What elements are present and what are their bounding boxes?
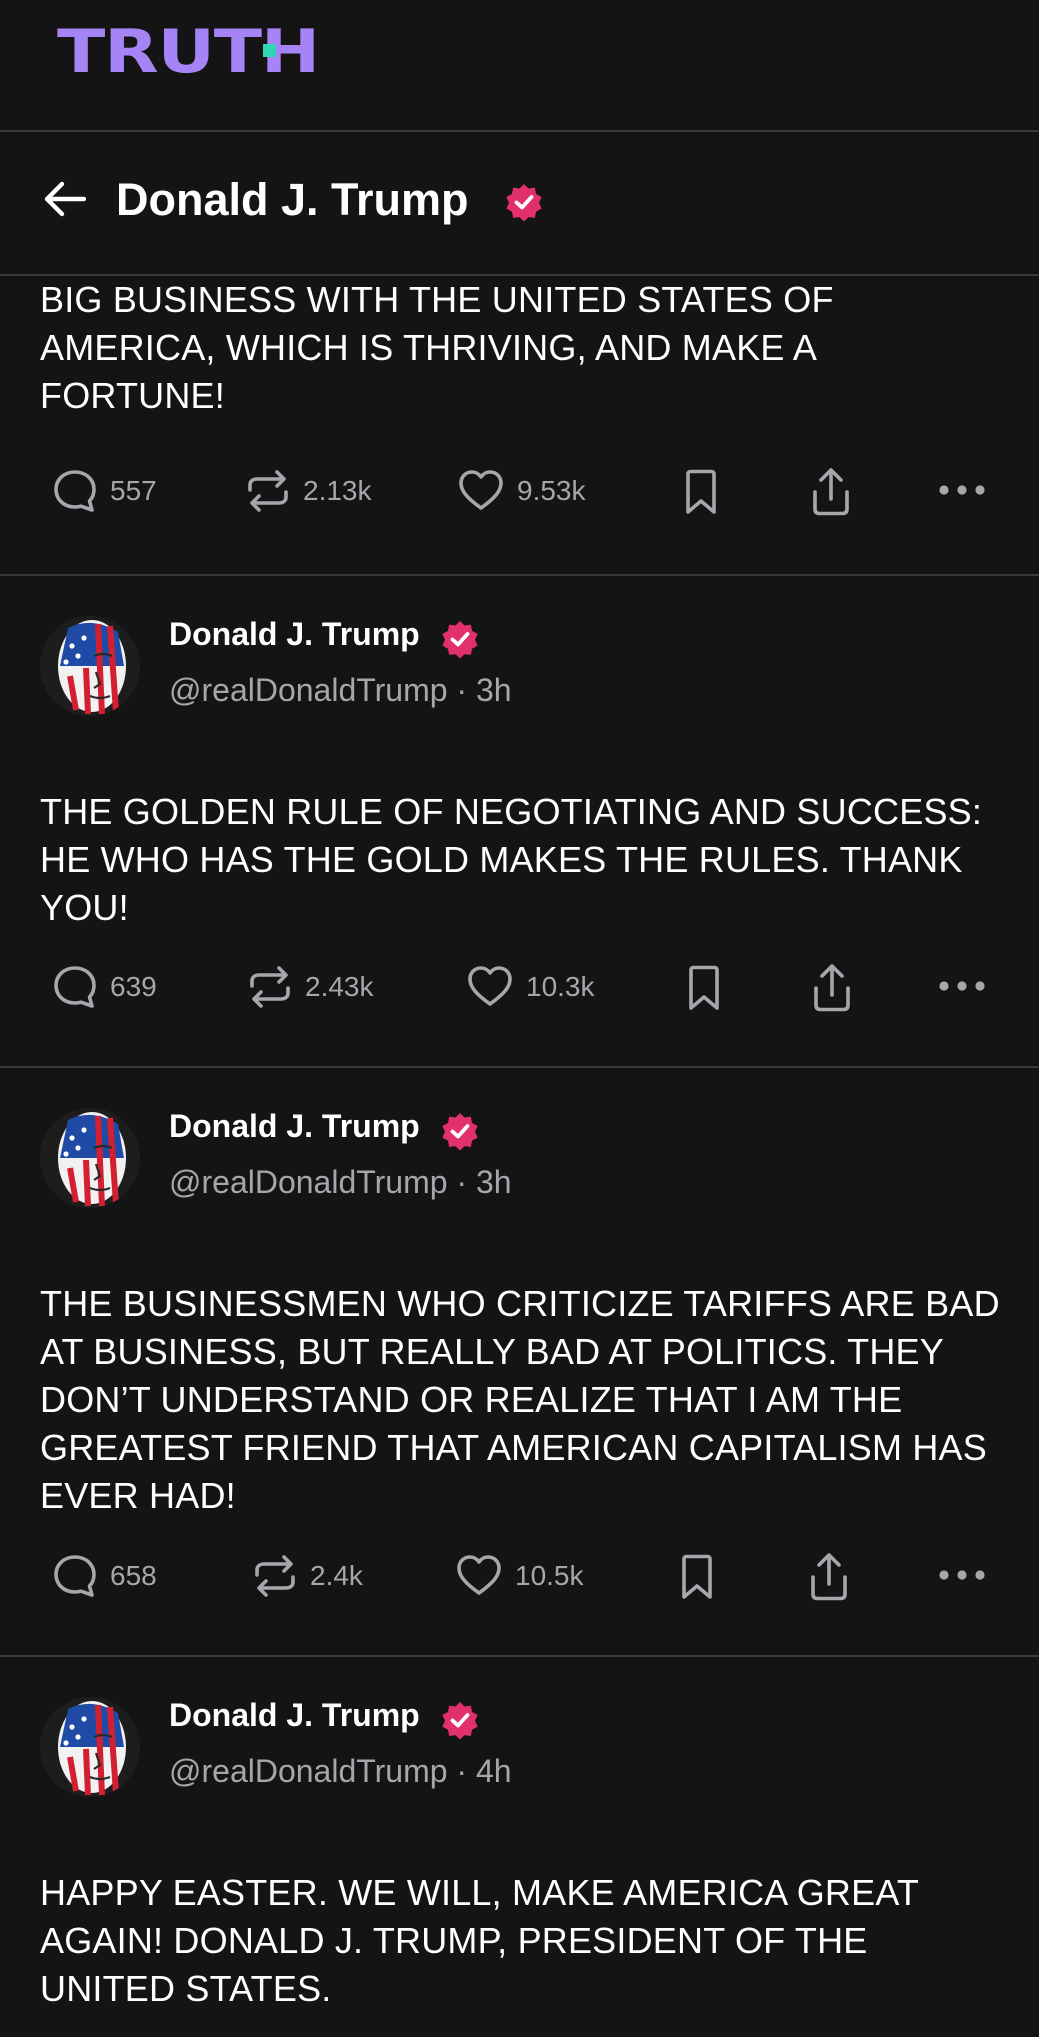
author-name[interactable]: Donald J. Trump — [169, 614, 420, 654]
post-actions: 639 2.43k 10.3k — [0, 934, 1039, 1050]
post-card[interactable]: BIG BUSINESS WITH THE UNITED STATES OF A… — [0, 276, 1039, 576]
post-time[interactable]: 3h — [476, 1164, 512, 1200]
retruth-icon — [250, 966, 290, 1008]
share-icon — [813, 468, 849, 516]
like-count: 10.3k — [526, 971, 595, 1002]
reply-count: 658 — [110, 1560, 157, 1591]
post-card[interactable]: Donald J. Trump @realDonaldTrump · 4h HA… — [0, 1657, 1039, 2037]
verified-badge-icon — [506, 184, 542, 221]
more-options-button[interactable] — [938, 979, 986, 993]
post-author: Donald J. Trump @realDonaldTrump · 4h — [0, 1657, 1039, 1797]
post-actions: 557 2.13k 9.53k — [0, 438, 1039, 554]
retruth-count: 2.43k — [305, 971, 374, 1002]
truth-logo[interactable]: TRUTH — [57, 22, 320, 82]
like-button[interactable]: 10.3k — [466, 964, 595, 1010]
reply-icon — [54, 966, 96, 1008]
author-name[interactable]: Donald J. Trump — [169, 1106, 420, 1146]
author-handle[interactable]: @realDonaldTrump — [169, 672, 448, 708]
profile-header: Donald J. Trump — [0, 132, 1039, 276]
bookmark-button[interactable] — [681, 468, 721, 516]
like-button[interactable]: 9.53k — [457, 468, 586, 514]
bookmark-button[interactable] — [684, 964, 724, 1012]
bookmark-icon — [686, 469, 716, 514]
like-icon — [457, 1555, 501, 1595]
avatar[interactable] — [40, 1697, 140, 1797]
reply-icon — [54, 470, 96, 512]
retruth-icon — [248, 470, 288, 512]
post-actions: 658 2.4k 10.5k — [0, 1523, 1039, 1639]
author-name[interactable]: Donald J. Trump — [169, 1695, 420, 1735]
verified-badge-icon — [442, 621, 478, 658]
arrow-left-icon — [44, 181, 86, 217]
post-feed: BIG BUSINESS WITH THE UNITED STATES OF A… — [0, 276, 1039, 2037]
reply-count: 557 — [110, 475, 157, 506]
post-card[interactable]: Donald J. Trump @realDonaldTrump · 3h TH… — [0, 576, 1039, 1068]
post-card[interactable]: Donald J. Trump @realDonaldTrump · 3h TH… — [0, 1068, 1039, 1657]
verified-badge-icon — [442, 1113, 478, 1150]
post-text: BIG BUSINESS WITH THE UNITED STATES OF A… — [40, 279, 834, 416]
reply-count: 639 — [110, 971, 157, 1002]
bookmark-icon — [682, 1554, 712, 1599]
bookmark-button[interactable] — [677, 1553, 717, 1601]
avatar[interactable] — [40, 1108, 140, 1208]
post-text: THE GOLDEN RULE OF NEGOTIATING AND SUCCE… — [40, 791, 983, 928]
like-count: 10.5k — [515, 1560, 584, 1591]
avatar-image — [40, 1697, 140, 1797]
avatar-image — [40, 616, 140, 716]
verified-badge-icon — [442, 1702, 478, 1739]
post-author: Donald J. Trump @realDonaldTrump · 3h — [0, 1068, 1039, 1208]
post-text: THE BUSINESSMEN WHO CRITICIZE TARIFFS AR… — [40, 1283, 1000, 1516]
reply-button[interactable]: 658 — [52, 1553, 157, 1599]
retruth-count: 2.4k — [310, 1560, 363, 1591]
share-button[interactable] — [809, 466, 853, 518]
post-time[interactable]: 3h — [476, 672, 512, 708]
author-meta: @realDonaldTrump · 3h — [169, 1164, 512, 1200]
author-meta: @realDonaldTrump · 3h — [169, 672, 512, 708]
share-button[interactable] — [810, 962, 854, 1014]
bookmark-icon — [689, 965, 719, 1010]
avatar[interactable] — [40, 616, 140, 716]
more-options-icon — [939, 1570, 985, 1580]
reply-button[interactable]: 639 — [52, 964, 157, 1010]
more-options-icon — [939, 485, 985, 495]
post-time[interactable]: 4h — [476, 1753, 512, 1789]
back-button[interactable] — [40, 174, 90, 224]
like-icon — [468, 966, 512, 1006]
page-title: Donald J. Trump — [116, 174, 469, 225]
like-button[interactable]: 10.5k — [455, 1553, 584, 1599]
reply-icon — [54, 1555, 96, 1597]
retruth-button[interactable]: 2.4k — [252, 1553, 363, 1599]
more-options-button[interactable] — [938, 1568, 986, 1582]
post-text: HAPPY EASTER. WE WILL, MAKE AMERICA GREA… — [40, 1872, 919, 2009]
more-options-icon — [939, 981, 985, 991]
logo-text: TRUTH — [57, 17, 320, 87]
avatar-image — [40, 1108, 140, 1208]
retruth-count: 2.13k — [303, 475, 372, 506]
top-bar: TRUTH — [0, 0, 1039, 132]
share-icon — [814, 964, 850, 1012]
logo-dot — [263, 44, 276, 57]
post-author: Donald J. Trump @realDonaldTrump · 3h — [0, 576, 1039, 716]
more-options-button[interactable] — [938, 483, 986, 497]
author-meta: @realDonaldTrump · 4h — [169, 1753, 512, 1789]
like-count: 9.53k — [517, 475, 586, 506]
retruth-icon — [255, 1555, 295, 1597]
like-icon — [459, 470, 503, 510]
author-handle[interactable]: @realDonaldTrump — [169, 1164, 448, 1200]
share-icon — [811, 1553, 847, 1601]
reply-button[interactable]: 557 — [52, 468, 157, 514]
author-handle[interactable]: @realDonaldTrump — [169, 1753, 448, 1789]
retruth-button[interactable]: 2.13k — [245, 468, 372, 514]
retruth-button[interactable]: 2.43k — [247, 964, 374, 1010]
share-button[interactable] — [807, 1551, 851, 1603]
